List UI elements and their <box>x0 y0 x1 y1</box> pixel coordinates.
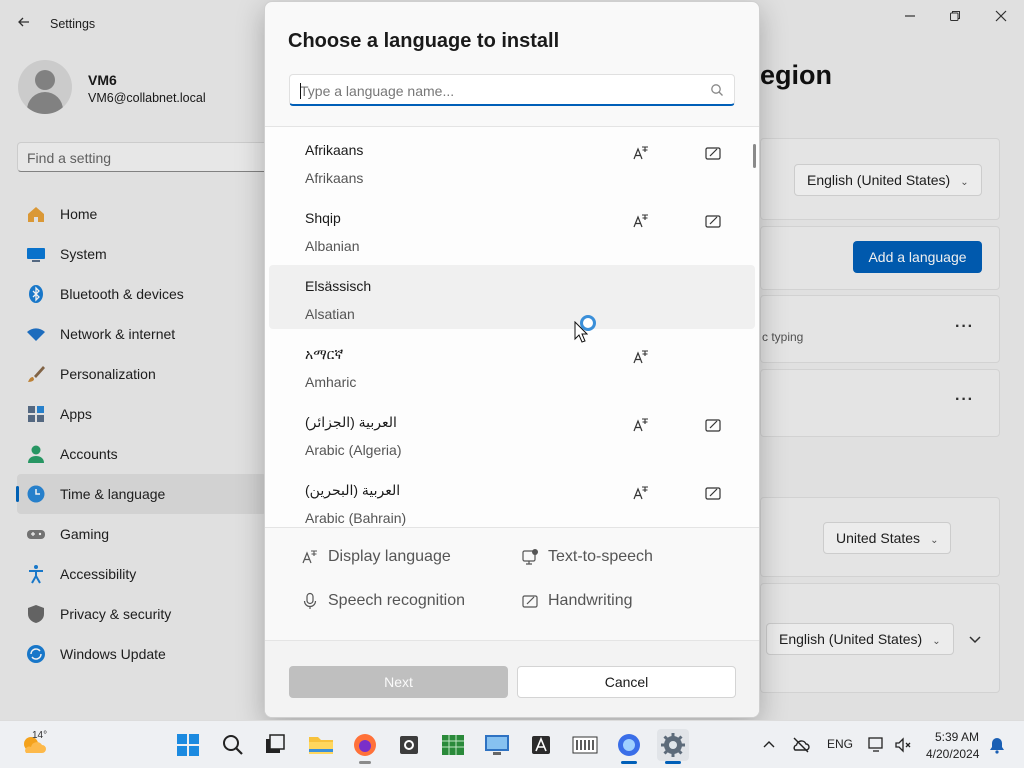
display-language-icon <box>633 486 648 500</box>
taskbar: 14° ENG 5:39 AM 4/20/2024 <box>0 720 1024 768</box>
task-view-icon <box>266 734 285 753</box>
feature-legend: Display language Text-to-speech Speech r… <box>265 528 759 640</box>
list-item[interactable]: Elsässisch Alsatian <box>269 265 755 329</box>
display-language-icon <box>633 146 648 160</box>
list-item[interactable]: አማርኛ Amharic <box>269 333 755 397</box>
spreadsheet-button[interactable] <box>437 729 469 761</box>
settings-taskbar-button[interactable] <box>657 729 689 764</box>
weather-temperature: 14° <box>32 730 48 741</box>
native-name: አማርኛ <box>305 346 344 362</box>
list-item[interactable]: Afrikaans Afrikaans <box>269 129 755 193</box>
font-app-icon <box>532 736 550 754</box>
english-name: Arabic (Bahrain) <box>305 510 407 526</box>
language-search-input[interactable] <box>300 81 700 101</box>
taskbar-search-button[interactable] <box>217 729 249 761</box>
firefox-dev-icon <box>618 734 640 756</box>
native-name: Afrikaans <box>305 142 364 158</box>
firefox-dev-button[interactable] <box>613 729 645 764</box>
firefox-button[interactable] <box>349 729 381 764</box>
english-name: Afrikaans <box>305 170 364 186</box>
equalizer-icon <box>572 736 598 754</box>
handwriting-icon <box>705 487 721 500</box>
handwriting-icon <box>705 147 721 160</box>
handwriting-icon <box>522 595 538 608</box>
equalizer-button[interactable] <box>569 729 601 761</box>
display-language-icon <box>633 418 648 432</box>
clock-date[interactable]: 4/20/2024 <box>926 747 979 761</box>
display-language-icon <box>633 350 648 364</box>
list-scrollbar[interactable] <box>753 144 756 168</box>
legend-label: Text-to-speech <box>548 548 653 565</box>
display-language-icon <box>302 550 317 564</box>
remote-desktop-button[interactable] <box>481 729 513 761</box>
display-language-icon <box>633 214 648 228</box>
english-name: Arabic (Algeria) <box>305 442 402 458</box>
search-icon <box>711 84 723 96</box>
list-item[interactable]: Shqip Albanian <box>269 197 755 261</box>
handwriting-icon <box>705 419 721 432</box>
native-name: Elsässisch <box>305 278 372 294</box>
handwriting-icon <box>705 215 721 228</box>
text-caret <box>300 83 301 99</box>
volume-muted-icon[interactable] <box>893 735 913 755</box>
remote-desktop-icon <box>485 735 509 755</box>
english-name: Albanian <box>305 238 360 254</box>
folder-icon <box>309 737 333 754</box>
legend-label: Speech recognition <box>328 592 465 609</box>
list-item[interactable]: (العربية (البحرين Arabic (Bahrain) <box>269 469 755 527</box>
clock-time[interactable]: 5:39 AM <box>935 730 979 744</box>
language-list[interactable]: Afrikaans Afrikaans Shqip Albanian Elsäs… <box>265 126 759 528</box>
dialog-title: Choose a language to install <box>288 30 560 52</box>
english-name: Alsatian <box>305 306 355 322</box>
english-name: Amharic <box>305 374 357 390</box>
outlook-icon <box>400 736 418 754</box>
outlook-button[interactable] <box>393 729 425 761</box>
font-app-button[interactable] <box>525 729 557 761</box>
legend-label: Display language <box>328 548 451 565</box>
text-to-speech-icon <box>522 549 538 565</box>
choose-language-dialog: Choose a language to install Afrikaans A… <box>264 1 760 718</box>
input-language-indicator[interactable]: ENG <box>827 737 853 751</box>
cancel-button[interactable]: Cancel <box>517 666 736 698</box>
network-icon[interactable] <box>867 735 887 755</box>
start-button[interactable] <box>172 729 204 761</box>
chevron-up-icon[interactable] <box>762 738 776 752</box>
notification-bell-icon[interactable] <box>988 736 1006 754</box>
language-search-box[interactable] <box>289 74 735 106</box>
list-item[interactable]: (العربية (الجزائر Arabic (Algeria) <box>269 401 755 465</box>
windows-logo-icon <box>177 734 199 756</box>
spreadsheet-icon <box>442 735 464 755</box>
search-icon <box>223 735 243 755</box>
file-explorer-button[interactable] <box>305 729 337 761</box>
dialog-footer: Next Cancel <box>265 640 759 717</box>
native-name: (العربية (الجزائر <box>305 414 397 430</box>
legend-label: Handwriting <box>548 592 633 609</box>
native-name: (العربية (البحرين <box>305 482 401 498</box>
running-indicator <box>359 761 371 764</box>
running-indicator <box>621 761 637 764</box>
microphone-icon <box>303 592 317 609</box>
next-button[interactable]: Next <box>289 666 508 698</box>
native-name: Shqip <box>305 210 341 226</box>
cloud-offline-icon[interactable] <box>791 735 811 755</box>
running-indicator <box>665 761 681 764</box>
settings-icon <box>661 733 685 757</box>
task-view-button[interactable] <box>260 729 292 761</box>
firefox-icon <box>354 734 376 756</box>
busy-spinner-icon <box>580 315 596 331</box>
